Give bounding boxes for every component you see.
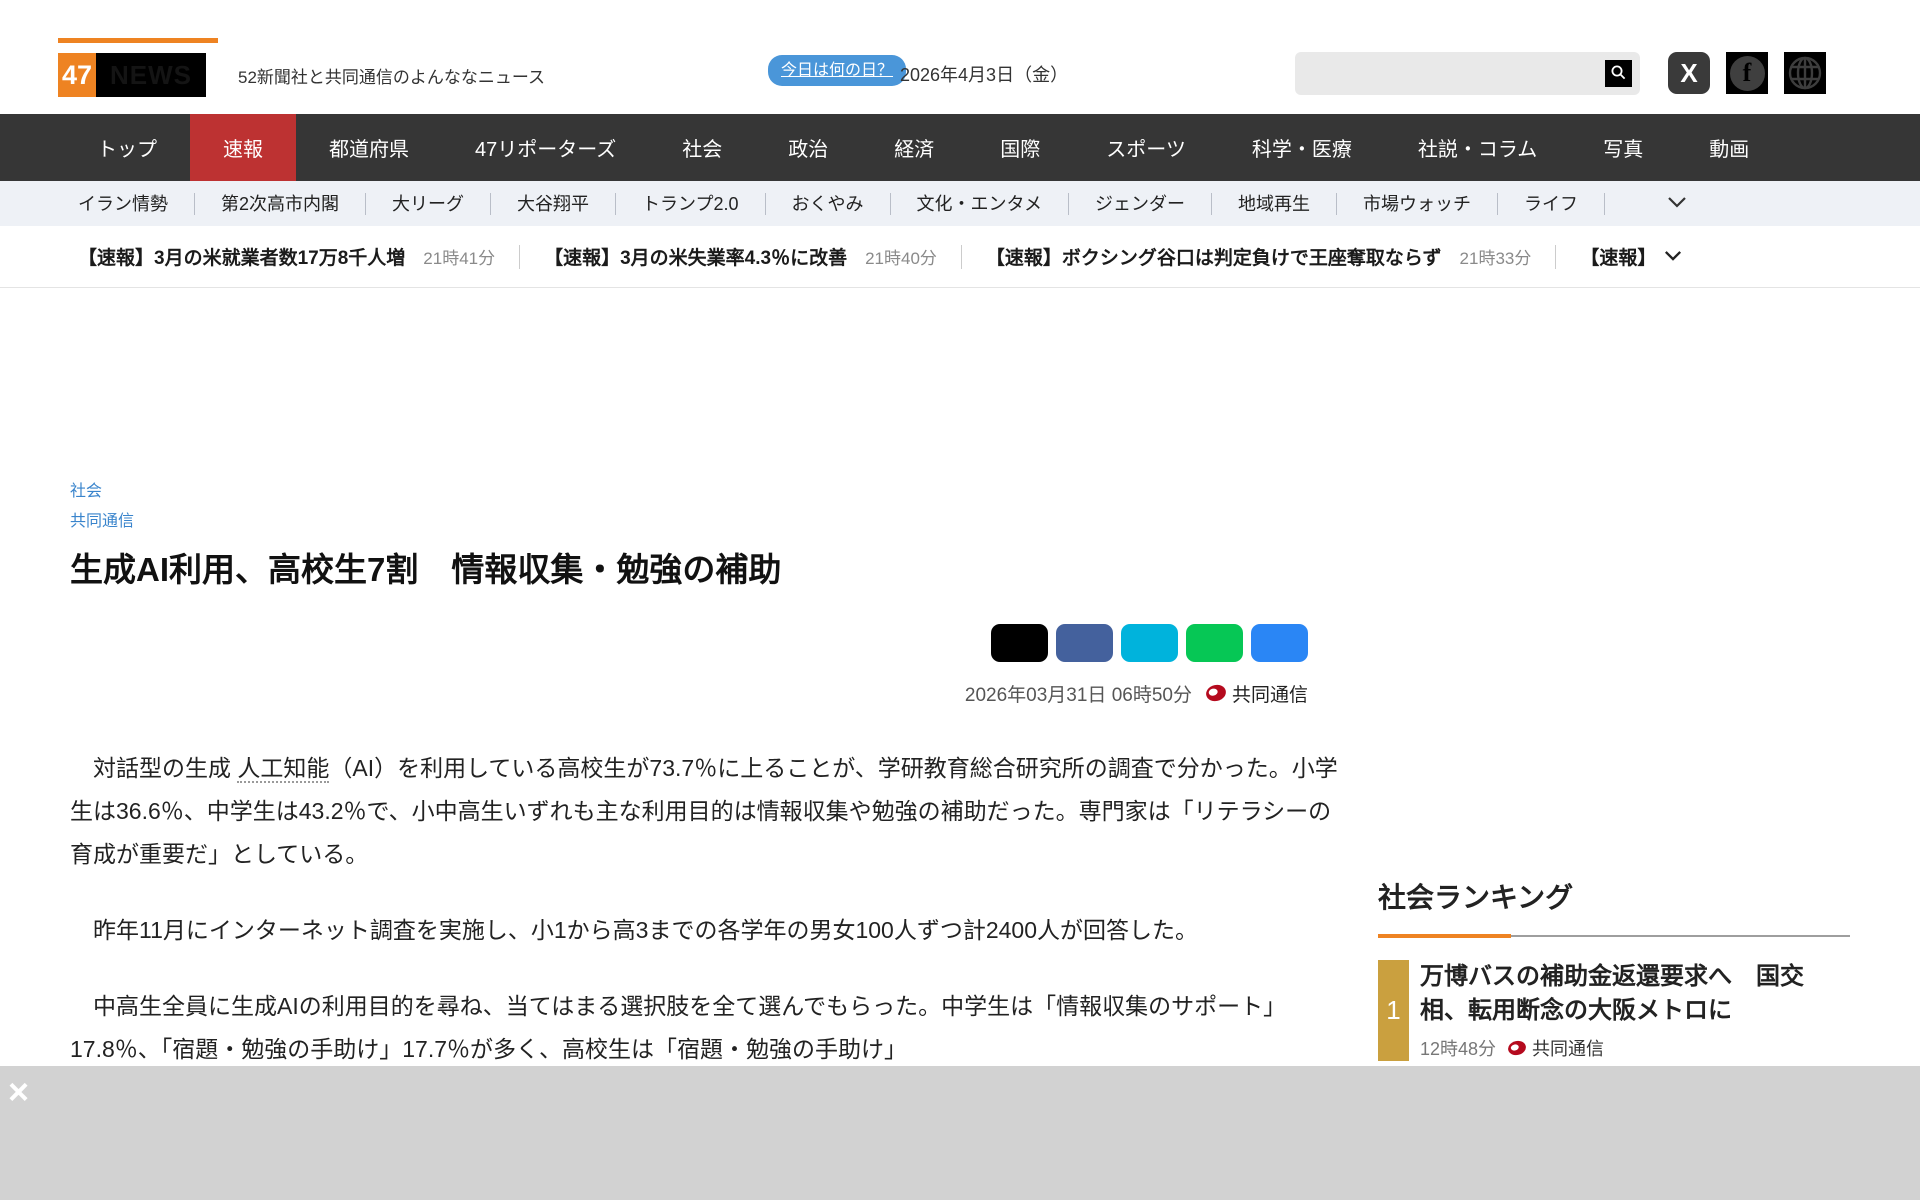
site-tagline: 52新聞社と共同通信のよんななニュース [238,68,546,87]
ranking-item-title: 万博バスの補助金返還要求へ 国交相、転用断念の大阪メトロに [1420,963,1804,1024]
article: 社会 共同通信 生成AI利用、高校生7割 情報収集・勉強の補助 2026年03月… [70,482,1350,1104]
divider [1555,244,1557,269]
logo-accent-line [58,38,218,43]
nav-item-economy[interactable]: 経済 [861,114,967,181]
nav-item-prefectures[interactable]: 都道府県 [296,114,442,181]
ticker-item-title: 【速報】3月の米就業者数17万8千人増 [78,248,406,269]
kyodo-logo-icon [1204,682,1228,704]
ad-close-button[interactable]: × [8,1074,29,1110]
nav-item-video[interactable]: 動画 [1676,114,1782,181]
ticker-item[interactable]: 【速報】3月の米就業者数17万8千人増 21時41分 [78,243,495,270]
published-datetime: 2026年03月31日 06時50分 [964,684,1192,706]
nav-item-editorial-column[interactable]: 社説・コラム [1385,114,1570,181]
chevron-down-icon [1656,248,1682,266]
nav-item-society[interactable]: 社会 [649,114,755,181]
ticker-item-title: 【速報】3月の米失業率4.3％に改善 [544,248,848,269]
paragraph-text: 対話型の生成 [70,754,238,781]
current-date: 2026年4月3日（金） [900,65,1069,85]
share-button-link[interactable] [1251,623,1308,662]
search-icon [1610,64,1627,84]
category-link[interactable]: 社会 [70,482,102,501]
ranking-item-meta: 12時48分 共同通信 [1420,1035,1850,1061]
ticker-item[interactable]: 【速報】ボクシング谷口は判定負けで王座奪取ならず 21時33分 [986,243,1531,270]
site-logo[interactable]: 47 NEWS [58,53,206,97]
logo-47-box: 47 [58,53,96,97]
keyword-link[interactable]: 人工知能 [237,754,330,783]
subnav-expand-button[interactable] [1667,195,1687,213]
subnav-item-takaichi-cabinet[interactable]: 第2次高市内閣 [195,192,367,215]
subnav-item-life[interactable]: ライフ [1498,192,1605,215]
share-row [70,623,1350,662]
kyodo-logo-icon [1506,1038,1528,1057]
breaking-ticker: 【速報】3月の米就業者数17万8千人増 21時41分 【速報】3月の米失業率4.… [0,226,1920,288]
search-input[interactable] [1305,52,1595,95]
paragraph: 昨年11月にインターネット調査を実施し、小1から高3までの各学年の男女100人ず… [70,916,1198,943]
divider [960,244,962,269]
facebook-f-glyph: f [1729,55,1765,91]
paragraph: 中高生全員に生成AIの利用目的を尋ね、当てはまる選択肢を全て選んでもらった。中学… [70,992,1287,1062]
subnav-item-mlb[interactable]: 大リーグ [366,192,492,215]
ranking-item[interactable]: 1 万博バスの補助金返還要求へ 国交相、転用断念の大阪メトロに 12時48分 共… [1378,960,1850,1061]
nav-item-top[interactable]: トップ [64,114,190,181]
subnav-item-obituaries[interactable]: おくやみ [766,192,891,215]
ticker-item-title: 【速報】ボクシング谷口は判定負けで王座奪取ならず [985,248,1442,269]
logo-news-box: NEWS [96,53,206,97]
nav-item-photo[interactable]: 写真 [1570,114,1676,181]
ranking-title: 社会ランキング [1378,882,1574,913]
page: 47 NEWS 52新聞社と共同通信のよんななニュース 今日は何の日？ 2026… [0,0,1920,1200]
search-button[interactable] [1605,60,1632,87]
share-button-x[interactable] [991,623,1048,662]
ranking-item-source: 共同通信 [1532,1038,1605,1059]
ranking-item-body: 万博バスの補助金返還要求へ 国交相、転用断念の大阪メトロに 12時48分 共同通… [1420,960,1850,1060]
main-nav: トップ 速報 都道府県 47リポーターズ 社会 政治 経済 国際 スポーツ 科学… [0,114,1920,181]
nav-item-international[interactable]: 国際 [967,114,1073,181]
byline: 2026年03月31日 06時50分 共同通信 [70,680,1350,707]
subnav-item-gender[interactable]: ジェンダー [1069,192,1212,215]
ranking-sidebar: 社会ランキング 1 万博バスの補助金返還要求へ 国交相、転用断念の大阪メトロに … [1378,880,1850,1061]
subnav-bar: イラン情勢 第2次高市内閣 大リーグ 大谷翔平 トランプ2.0 おくやみ 文化・… [0,181,1920,226]
ad-banner: × [0,1066,1920,1200]
nav-item-sports[interactable]: スポーツ [1073,114,1219,181]
subnav-item-trump2[interactable]: トランプ2.0 [616,192,766,215]
subnav-item-regional[interactable]: 地域再生 [1212,192,1337,215]
share-button-hatena[interactable] [1121,623,1178,662]
x-twitter-icon[interactable]: X [1668,52,1710,94]
article-title: 生成AI利用、高校生7割 情報収集・勉強の補助 [70,551,782,589]
ticker-item-time: 21時41分 [423,249,496,268]
nav-item-47reporters[interactable]: 47リポーターズ [442,114,649,181]
ranking-item-time: 12時48分 [1420,1038,1497,1059]
chevron-down-icon [1667,195,1687,213]
nav-item-politics[interactable]: 政治 [755,114,861,181]
header: 47 NEWS 52新聞社と共同通信のよんななニュース 今日は何の日？ 2026… [0,0,1920,114]
facebook-icon[interactable]: f [1726,52,1768,94]
subnav-item-market-watch[interactable]: 市場ウォッチ [1337,192,1498,215]
ticker-item-time: 21時33分 [1459,249,1532,268]
subnav-item-iran[interactable]: イラン情勢 [78,192,195,215]
ticker-item-time: 21時40分 [865,249,937,268]
article-body: 対話型の生成 人工知能（AI）を利用している高校生が73.7％に上ることが、学研… [70,747,1350,1071]
source-link[interactable]: 共同通信 [70,512,134,531]
share-button-line[interactable] [1186,623,1243,662]
ticker-more-label: 【速報】 [1580,248,1657,269]
globe-icon[interactable] [1784,52,1826,94]
ranking-divider [1378,934,1850,939]
nav-item-science-medical[interactable]: 科学・医療 [1219,114,1385,181]
divider [519,244,521,269]
share-button-facebook[interactable] [1056,623,1113,662]
byline-source: 共同通信 [1231,684,1308,706]
nav-item-breaking[interactable]: 速報 [190,114,296,181]
paragraph: 対話型の生成 人工知能（AI）を利用している高校生が73.7％に上ることが、学研… [70,747,1350,876]
search-box [1295,52,1640,95]
rank-badge: 1 [1378,960,1409,1061]
ticker-more-button[interactable]: 【速報】 [1580,243,1682,270]
ticker-item[interactable]: 【速報】3月の米失業率4.3％に改善 21時40分 [544,243,937,270]
today-in-history-button[interactable]: 今日は何の日？ [768,55,907,86]
social-links: X f [1668,52,1826,94]
subnav-item-ohtani[interactable]: 大谷翔平 [491,192,617,215]
subnav-item-culture-entertainment[interactable]: 文化・エンタメ [891,192,1069,215]
